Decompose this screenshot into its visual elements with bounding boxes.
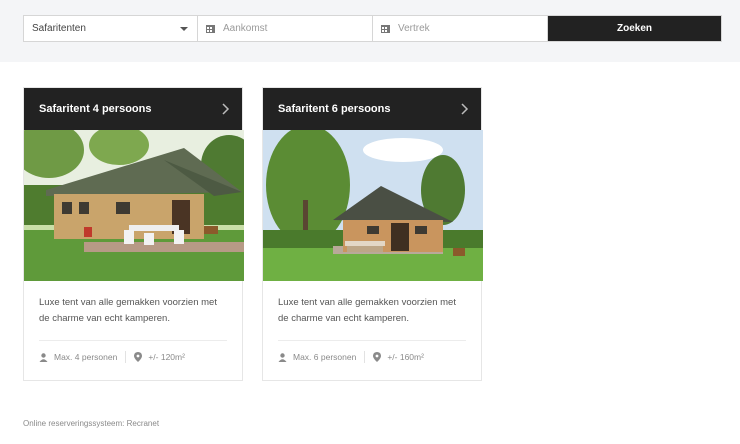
departure-date-field[interactable]: Vertrek [373,16,548,41]
meta-separator [364,351,366,363]
search-bar: Safaritenten Aankomst Vertrek Zoeken [23,15,722,42]
card-divider [278,340,466,341]
accommodation-card[interactable]: Safaritent 6 persoons Luxe tent van alle… [262,87,483,381]
person-icon [278,352,287,362]
arrival-placeholder: Aankomst [223,23,268,34]
accommodation-type-value: Safaritenten [32,23,86,34]
card-meta: Max. 6 personen +/- 160m² [278,351,466,363]
safari-tent-photo[interactable] [24,130,244,281]
map-pin-icon [373,352,382,362]
max-persons: Max. 6 personen [293,352,357,362]
safari-tent-photo[interactable] [263,130,483,281]
card-title: Safaritent 6 persoons [278,103,391,115]
card-header[interactable]: Safaritent 6 persoons [263,88,481,130]
card-title: Safaritent 4 persoons [39,103,152,115]
chevron-right-icon[interactable] [222,103,230,115]
accommodation-card[interactable]: Safaritent 4 persoons Luxe tent van alle… [23,87,244,381]
person-icon [39,352,48,362]
surface-area: +/- 160m² [387,352,424,362]
map-pin-icon [134,352,143,362]
meta-separator [125,351,127,363]
chevron-right-icon[interactable] [461,103,469,115]
search-band: Safaritenten Aankomst Vertrek Zoeken [0,0,740,62]
footer-credit: Online reserveringssysteem: Recranet [23,419,160,428]
max-persons: Max. 4 personen [54,352,118,362]
card-header[interactable]: Safaritent 4 persoons [24,88,242,130]
card-meta: Max. 4 personen +/- 120m² [39,351,227,363]
calendar-icon [381,24,390,33]
arrival-date-field[interactable]: Aankomst [198,16,373,41]
card-divider [39,340,227,341]
departure-placeholder: Vertrek [398,23,430,34]
chevron-down-icon [180,27,188,31]
accommodation-type-select[interactable]: Safaritenten [24,16,198,41]
surface-area: +/- 120m² [148,352,185,362]
card-description: Luxe tent van alle gemakken voorzien met… [39,297,217,324]
calendar-icon [206,24,215,33]
search-button[interactable]: Zoeken [548,16,721,41]
card-description: Luxe tent van alle gemakken voorzien met… [278,297,456,324]
